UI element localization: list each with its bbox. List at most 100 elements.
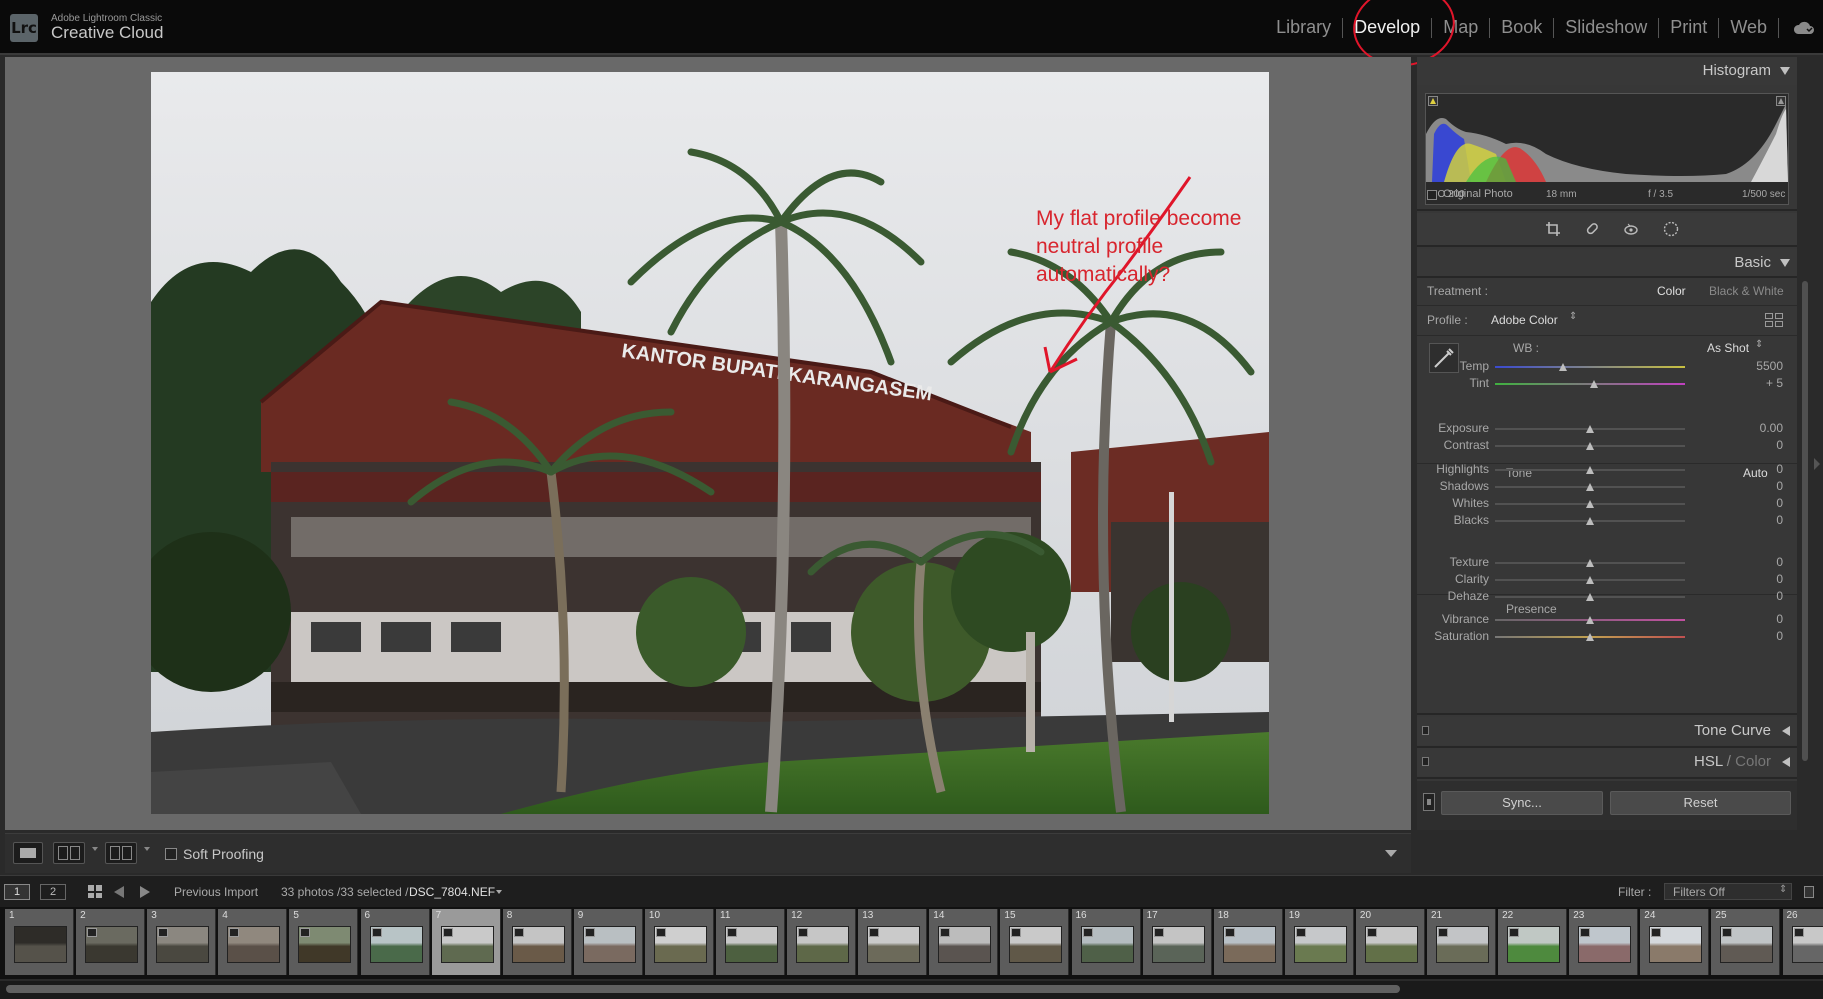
vibrance-slider-thumb[interactable] [1586,616,1594,624]
filmstrip-thumbnail[interactable]: 4 [218,909,288,975]
cloud-sync-icon[interactable] [1793,20,1815,36]
selected-filename[interactable]: DSC_7804.NEF [409,885,495,899]
tint-value[interactable]: + 5 [1743,376,1783,390]
photo-viewer[interactable]: KANTOR BUPATI KARANGASEM My flat profile… [5,57,1411,830]
treatment-bw-option[interactable]: Black & White [1709,284,1784,298]
filmstrip-thumbnail[interactable]: 10 [644,909,714,975]
develop-settings-badge-icon[interactable] [1793,928,1804,937]
shadow-clipping-warning-icon[interactable] [1428,96,1438,106]
contrast-slider-thumb[interactable] [1586,442,1594,450]
filmstrip-thumbnail[interactable]: 3 [147,909,217,975]
filmstrip-thumbnail[interactable]: 16 [1071,909,1141,975]
filter-lock-icon[interactable] [1804,886,1814,898]
filmstrip-thumbnail[interactable]: 9 [573,909,643,975]
source-label[interactable]: Previous Import [174,885,258,899]
highlight-clipping-warning-icon[interactable] [1776,96,1786,106]
develop-settings-badge-icon[interactable] [1438,928,1448,937]
develop-settings-badge-icon[interactable] [371,928,382,937]
module-develop[interactable]: Develop [1343,17,1431,38]
clarity-slider-thumb[interactable] [1586,576,1594,584]
develop-settings-badge-icon[interactable] [1651,928,1662,937]
blacks-slider-thumb[interactable] [1586,517,1594,525]
exposure-value[interactable]: 0.00 [1743,421,1783,435]
shadows-slider-thumb[interactable] [1586,483,1594,491]
before-after-button[interactable] [53,842,85,864]
develop-settings-badge-icon[interactable] [727,928,737,937]
module-map[interactable]: Map [1432,17,1489,38]
color-tab[interactable]: Color [1735,753,1771,770]
develop-settings-badge-icon[interactable] [1580,928,1591,937]
before-after-split-button[interactable] [105,842,137,864]
loupe-view-button[interactable] [13,842,43,864]
before-after-dropdown-icon[interactable] [92,847,98,851]
filmstrip-thumbnail[interactable]: 2 [76,909,146,975]
develop-settings-badge-icon[interactable] [87,928,98,937]
treatment-color-option[interactable]: Color [1657,284,1686,298]
filmstrip-thumbnail[interactable]: 17 [1142,909,1212,975]
develop-settings-badge-icon[interactable] [442,928,453,937]
next-arrow-icon[interactable] [140,886,150,898]
develop-settings-badge-icon[interactable] [1366,928,1377,937]
temp-slider-thumb[interactable] [1559,363,1568,371]
saturation-slider-thumb[interactable] [1586,633,1594,641]
soft-proofing-checkbox[interactable] [165,848,177,860]
filmstrip-thumbnail[interactable]: 22 [1498,909,1568,975]
crop-tool-icon[interactable] [1545,221,1561,237]
wb-dropdown[interactable]: As Shot ⇕ [1707,337,1787,357]
toolbar-menu-icon[interactable] [1385,850,1397,857]
filmstrip-scroll-thumb[interactable] [6,985,1400,993]
develop-settings-badge-icon[interactable] [300,928,311,937]
vibrance-value[interactable]: 0 [1743,612,1783,626]
develop-settings-badge-icon[interactable] [1295,928,1306,937]
hsl-header[interactable]: HSL / Color [1417,748,1797,776]
panel-switch-icon[interactable] [1422,726,1429,735]
whites-value[interactable]: 0 [1743,496,1783,510]
histogram-header[interactable]: Histogram [1417,57,1797,85]
develop-settings-badge-icon[interactable] [655,928,666,937]
temp-slider[interactable] [1495,366,1685,368]
module-print[interactable]: Print [1659,17,1718,38]
filmstrip-thumbnail[interactable]: 18 [1213,909,1283,975]
develop-settings-badge-icon[interactable] [158,928,169,937]
right-panel-toggle-icon[interactable] [1814,458,1820,470]
masking-icon[interactable] [1663,221,1679,237]
filmstrip-thumbnail[interactable]: 14 [929,909,999,975]
filmstrip-thumbnail[interactable]: 19 [1284,909,1354,975]
collapse-triangle-icon[interactable] [1780,67,1790,75]
develop-settings-badge-icon[interactable] [229,928,240,937]
tone-curve-header[interactable]: Tone Curve [1417,717,1797,745]
basic-panel-header[interactable]: Basic [1417,249,1797,277]
reset-button[interactable]: Reset [1610,791,1791,815]
split-dropdown-icon[interactable] [144,847,150,851]
blacks-value[interactable]: 0 [1743,513,1783,527]
red-eye-icon[interactable] [1623,221,1639,237]
filmstrip-thumbnail[interactable]: 1 [5,909,74,975]
module-book[interactable]: Book [1490,17,1553,38]
filmstrip-thumbnail[interactable]: 20 [1355,909,1425,975]
collapse-triangle-icon[interactable] [1780,259,1790,267]
filmstrip-thumbnail[interactable]: 23 [1569,909,1639,975]
right-panel-scrollbar[interactable] [1799,57,1811,830]
filmstrip-thumbnail[interactable]: 13 [858,909,928,975]
highlights-slider-thumb[interactable] [1586,466,1594,474]
filmstrip-thumbnail[interactable]: 26 [1782,909,1823,975]
texture-slider-thumb[interactable] [1586,559,1594,567]
filmstrip-thumbnail[interactable]: 7 [431,909,501,975]
filmstrip-thumbnail[interactable]: 6 [360,909,430,975]
develop-settings-badge-icon[interactable] [584,928,595,937]
shadows-value[interactable]: 0 [1743,479,1783,493]
sync-button[interactable]: Sync... [1441,791,1603,815]
filmstrip-thumbnail[interactable]: 5 [289,909,359,975]
profile-browser-icon[interactable] [1765,313,1783,327]
develop-settings-badge-icon[interactable] [869,928,880,937]
view-1-button[interactable]: 1 [4,884,30,900]
original-photo-checkbox[interactable] [1427,190,1437,200]
develop-settings-badge-icon[interactable] [798,928,809,937]
hsl-tab[interactable]: HSL [1694,753,1723,770]
develop-settings-badge-icon[interactable] [1082,928,1093,937]
expand-triangle-icon[interactable] [1782,726,1790,736]
develop-settings-badge-icon[interactable] [1153,928,1164,937]
develop-settings-badge-icon[interactable] [513,928,524,937]
main-photo[interactable]: KANTOR BUPATI KARANGASEM [151,72,1269,814]
tint-slider-thumb[interactable] [1589,380,1598,388]
